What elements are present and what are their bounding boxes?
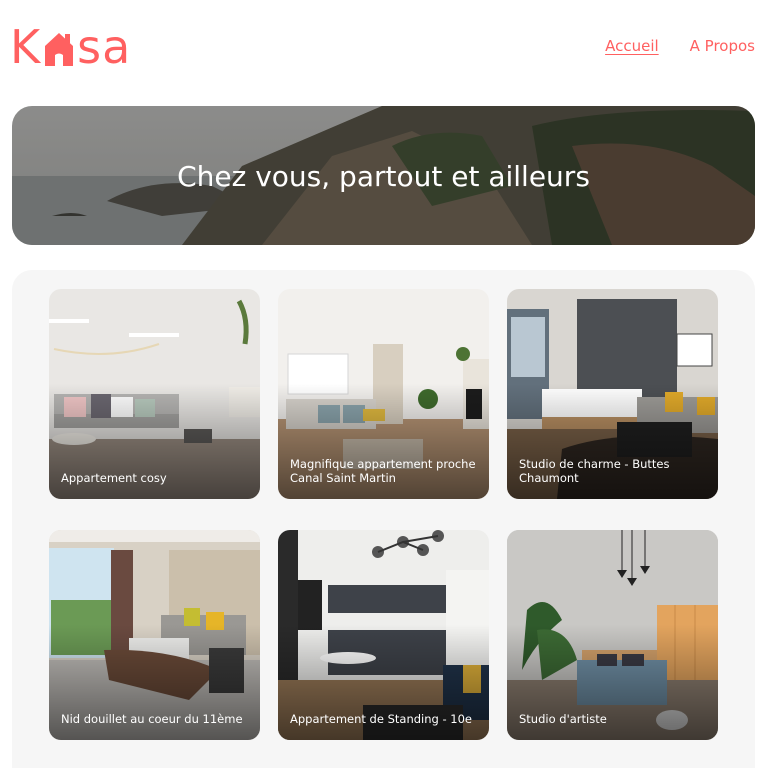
- card-gradient: [278, 530, 489, 740]
- listing-card[interactable]: Studio de charme - Buttes Chaumont: [507, 289, 718, 499]
- logo-letter-k: K: [10, 20, 42, 74]
- listing-card[interactable]: Appartement cosy: [49, 289, 260, 499]
- logo-letters-sa: sa: [77, 20, 132, 74]
- listing-title: Magnifique appartement proche Canal Sain…: [290, 457, 476, 485]
- listing-card[interactable]: Nid douillet au coeur du 11ème: [49, 530, 260, 740]
- listing-title: Appartement cosy: [61, 471, 167, 485]
- card-gradient: [507, 530, 718, 740]
- listing-card[interactable]: Studio d'artiste: [507, 530, 718, 740]
- listing-title: Nid douillet au coeur du 11ème: [61, 712, 243, 726]
- listing-card[interactable]: Appartement de Standing - 10e: [278, 530, 489, 740]
- house-icon: [45, 33, 74, 66]
- site-header: K sa Accueil A Propos: [0, 0, 768, 92]
- listing-card[interactable]: Magnifique appartement proche Canal Sain…: [278, 289, 489, 499]
- card-gradient: [49, 289, 260, 499]
- listings-gallery: Appartement cosy Magnifique appartement …: [12, 270, 755, 768]
- main-nav: Accueil A Propos: [605, 37, 755, 55]
- listing-title: Studio de charme - Buttes Chaumont: [519, 457, 670, 485]
- hero-banner: Chez vous, partout et ailleurs: [12, 106, 755, 245]
- banner-title: Chez vous, partout et ailleurs: [177, 160, 590, 193]
- kasa-logo[interactable]: K sa: [10, 20, 145, 70]
- nav-link-about[interactable]: A Propos: [690, 37, 755, 55]
- listing-title: Appartement de Standing - 10e: [290, 712, 472, 726]
- listing-title: Studio d'artiste: [519, 712, 607, 726]
- card-gradient: [49, 530, 260, 740]
- nav-link-home[interactable]: Accueil: [605, 37, 659, 55]
